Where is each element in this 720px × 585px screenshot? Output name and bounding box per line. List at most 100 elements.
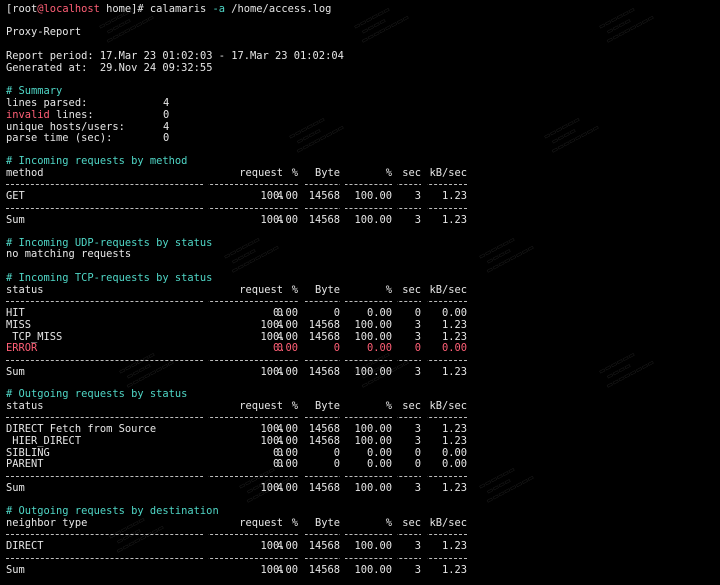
outgoing-status-separator-bottom xyxy=(6,475,467,477)
outgoing-status-row-1-sec: 3 xyxy=(414,434,421,447)
incoming-method-separator-top-gap-0 xyxy=(203,182,208,187)
outgoing-destination-separator-top-gap-2 xyxy=(340,532,345,537)
incoming-tcp-col-bpct: % xyxy=(385,283,392,296)
incoming-tcp-row-3-bpct: 0.00 xyxy=(366,342,392,355)
outgoing-destination-row-0-bpct: 100.00 xyxy=(354,540,392,553)
outgoing-status-row-3-pct: 0.00 xyxy=(272,458,298,471)
outgoing-destination-separator-bottom-gap-2 xyxy=(340,555,345,560)
incoming-tcp-row-2-name: TCP_MISS xyxy=(6,330,63,343)
incoming-tcp-row-1-byte: 14568 xyxy=(308,318,340,331)
incoming-tcp-row-1-bpct: 100.00 xyxy=(354,318,392,331)
outgoing-destination-sum-sec: 3 xyxy=(414,563,421,576)
outgoing-destination-col-request: request xyxy=(239,516,283,529)
outgoing-destination-row-0-pct: 100.00 xyxy=(260,540,298,553)
incoming-tcp-separator-bottom-gap-2 xyxy=(340,357,345,362)
prompt-host: @localhost xyxy=(37,3,100,15)
outgoing-status-heading: # Outgoing requests by status xyxy=(6,388,188,400)
incoming-tcp-separator-top-gap-0 xyxy=(203,299,208,304)
incoming-method-sum-pct: 100.00 xyxy=(260,213,298,226)
summary-heading: # Summary xyxy=(6,85,63,97)
incoming-tcp-separator-bottom-gap-4 xyxy=(421,357,427,362)
outgoing-status-separator-top-gap-1 xyxy=(298,415,305,420)
outgoing-destination-col-pct: % xyxy=(291,516,298,529)
command-argument: /home/access.log xyxy=(231,3,332,15)
incoming-tcp-separator-top-gap-4 xyxy=(421,299,427,304)
incoming-method-sum-byte: 14568 xyxy=(308,213,340,226)
incoming-tcp-row-3-byte: 0 xyxy=(333,342,340,355)
incoming-method-row-0-byte: 14568 xyxy=(308,190,340,203)
summary-lines-parsed-label: lines parsed: xyxy=(6,97,88,109)
incoming-method-col-kbsec: kB/sec xyxy=(429,166,467,179)
outgoing-status-row-0-byte: 14568 xyxy=(308,423,340,436)
outgoing-destination-col-bpct: % xyxy=(385,516,392,529)
outgoing-destination-separator-top-gap-0 xyxy=(203,532,208,537)
incoming-method-col-bpct: % xyxy=(385,166,392,179)
outgoing-status-col-pct: % xyxy=(291,399,298,412)
incoming-tcp-sum-sec: 3 xyxy=(414,365,421,378)
incoming-tcp-row-1-kbsec: 1.23 xyxy=(441,318,467,331)
incoming-method-separator-bottom-gap-1 xyxy=(298,205,305,210)
outgoing-destination-key-header: neighbor type xyxy=(6,516,88,529)
incoming-method-row-0-name: GET xyxy=(6,190,25,203)
outgoing-status-separator-bottom-gap-2 xyxy=(340,473,345,478)
incoming-method-separator-top-gap-3 xyxy=(392,182,397,187)
incoming-method-separator-bottom-gap-4 xyxy=(421,205,427,210)
incoming-method-separator-bottom-gap-2 xyxy=(340,205,345,210)
incoming-tcp-row-2-bpct: 100.00 xyxy=(354,330,392,343)
incoming-tcp-row-1-name: MISS xyxy=(6,318,32,331)
outgoing-destination-sum-pct: 100.00 xyxy=(260,563,298,576)
generated-value: 29.Nov 24 09:32:55 xyxy=(99,62,213,74)
incoming-udp-message: no matching requests xyxy=(6,248,132,260)
incoming-method-heading: # Incoming requests by method xyxy=(6,155,188,167)
outgoing-status-row-1-bpct: 100.00 xyxy=(354,434,392,447)
command-option: -a xyxy=(212,3,226,15)
incoming-method-sum-name: Sum xyxy=(6,213,25,226)
incoming-tcp-sum-pct: 100.00 xyxy=(260,365,298,378)
incoming-tcp-row-0-sec: 0 xyxy=(414,307,421,320)
outgoing-status-col-bpct: % xyxy=(385,399,392,412)
outgoing-status-row-2-bpct: 0.00 xyxy=(366,446,392,459)
outgoing-status-row-2-pct: 0.00 xyxy=(272,446,298,459)
report-period-line: Report period: 17.Mar 23 01:02:03 - 17.M… xyxy=(6,50,344,62)
incoming-tcp-col-pct: % xyxy=(291,283,298,296)
outgoing-destination-separator-bottom-gap-1 xyxy=(298,555,305,560)
incoming-tcp-col-request: request xyxy=(239,283,283,296)
outgoing-status-row-2-name: SIBLING xyxy=(6,446,50,459)
incoming-tcp-separator-top-gap-3 xyxy=(392,299,397,304)
summary-invalid-line: invalid lines: xyxy=(6,109,94,121)
outgoing-status-row-1-byte: 14568 xyxy=(308,434,340,447)
incoming-method-key-header: method xyxy=(6,166,44,179)
outgoing-destination-sum-name: Sum xyxy=(6,563,25,576)
outgoing-status-separator-bottom-gap-4 xyxy=(421,473,427,478)
watermark-stamp: ▭▭▭▭▭▭ ▭▭▭▭ ▭▭▭▭▭▭▭▭ xyxy=(287,115,346,156)
outgoing-destination-row-0-name: DIRECT xyxy=(6,540,44,553)
watermark-stamp: ▭▭▭▭▭▭ ▭▭▭▭ ▭▭▭▭▭▭▭▭ xyxy=(597,5,656,46)
outgoing-destination-row-0-sec: 3 xyxy=(414,540,421,553)
incoming-method-row-0-kbsec: 1.23 xyxy=(441,190,467,203)
incoming-method-sum-bpct: 100.00 xyxy=(354,213,392,226)
report-title: Proxy-Report xyxy=(6,26,82,38)
watermark-stamp: ▭▭▭▭▭▭ ▭▭▭▭ ▭▭▭▭▭▭▭▭ xyxy=(222,235,281,276)
command-prompt-line: [root@localhost home]# calamaris -a /hom… xyxy=(6,3,331,15)
incoming-tcp-col-kbsec: kB/sec xyxy=(429,283,467,296)
outgoing-status-sum-name: Sum xyxy=(6,481,25,494)
incoming-method-col-request: request xyxy=(239,166,283,179)
incoming-method-separator-top-gap-1 xyxy=(298,182,305,187)
outgoing-destination-col-sec: sec xyxy=(402,516,421,529)
incoming-tcp-row-3-pct: 0.00 xyxy=(272,342,298,355)
incoming-tcp-row-1-pct: 100.00 xyxy=(260,318,298,331)
incoming-tcp-row-2-sec: 3 xyxy=(414,330,421,343)
incoming-tcp-separator-bottom-gap-1 xyxy=(298,357,305,362)
outgoing-status-row-0-pct: 100.00 xyxy=(260,423,298,436)
incoming-tcp-separator-bottom-gap-0 xyxy=(203,357,208,362)
outgoing-destination-separator-top xyxy=(6,534,467,536)
outgoing-status-col-byte: Byte xyxy=(314,399,340,412)
command-name: calamaris xyxy=(149,3,207,15)
outgoing-destination-separator-top-gap-1 xyxy=(298,532,305,537)
outgoing-destination-col-byte: Byte xyxy=(314,516,340,529)
incoming-method-row-0-sec: 3 xyxy=(414,190,421,203)
outgoing-status-separator-top-gap-0 xyxy=(203,415,208,420)
outgoing-destination-sum-kbsec: 1.23 xyxy=(441,563,467,576)
terminal-window[interactable]: [root@localhost home]# calamaris -a /hom… xyxy=(0,0,720,585)
outgoing-status-row-0-bpct: 100.00 xyxy=(354,423,392,436)
